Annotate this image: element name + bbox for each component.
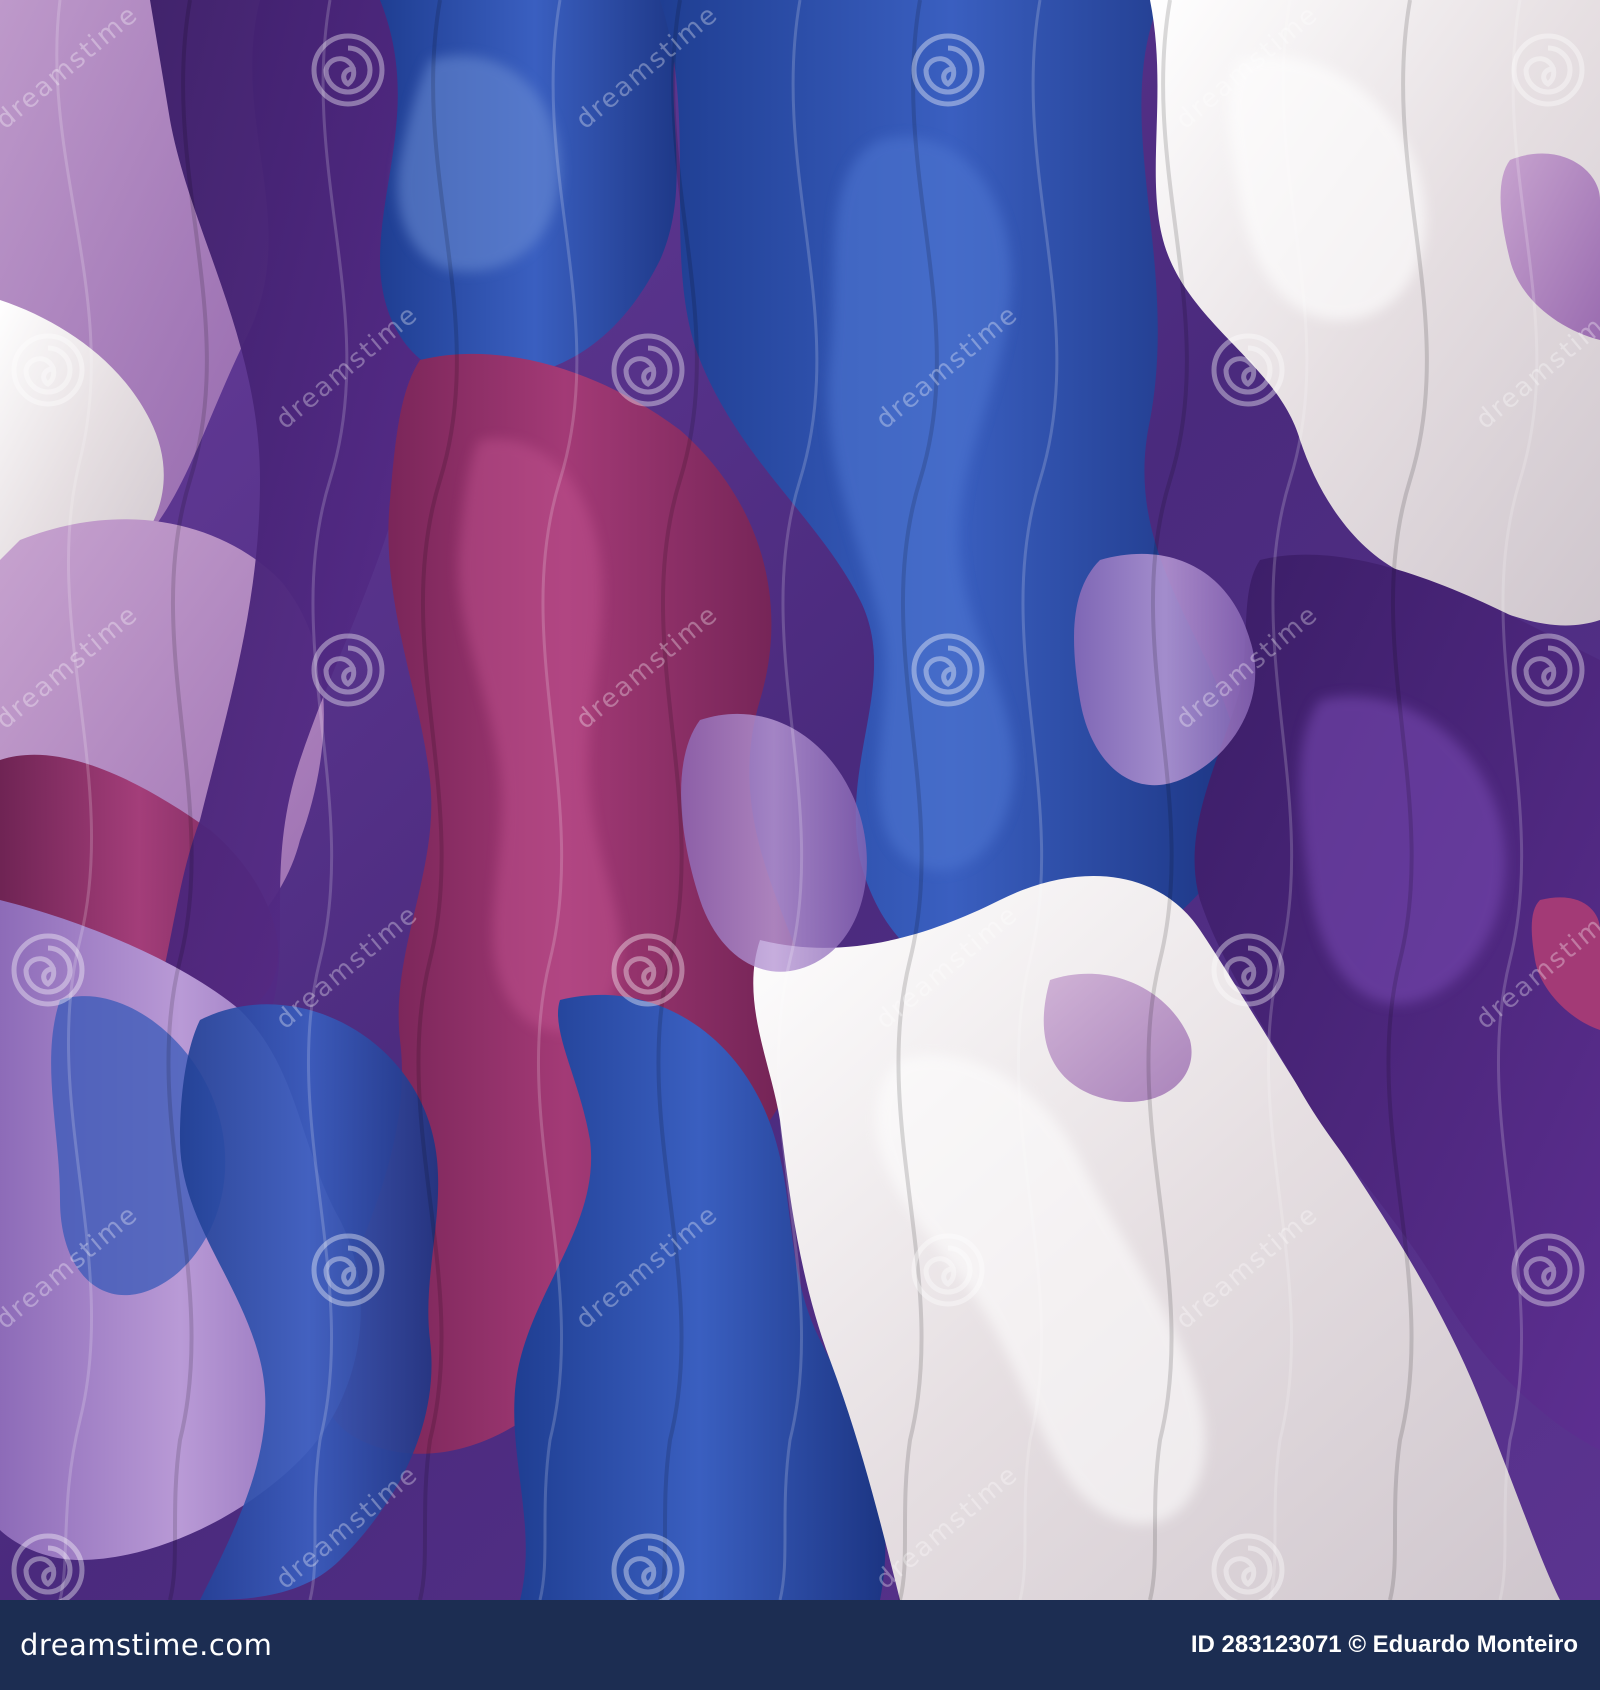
stock-image-page: dreamstime dreamstime dreamstime dreamst…	[0, 0, 1600, 1690]
abstract-wavy-silk-image	[0, 0, 1600, 1600]
footer-bar: dreamstime.com ID 283123071 © Eduardo Mo…	[0, 1600, 1600, 1690]
image-id-credit: ID 283123071 © Eduardo Monteiro	[1190, 1631, 1578, 1658]
logo-text: dreamstime.com	[20, 1627, 273, 1662]
dreamstime-logo[interactable]: dreamstime.com	[20, 1627, 273, 1662]
